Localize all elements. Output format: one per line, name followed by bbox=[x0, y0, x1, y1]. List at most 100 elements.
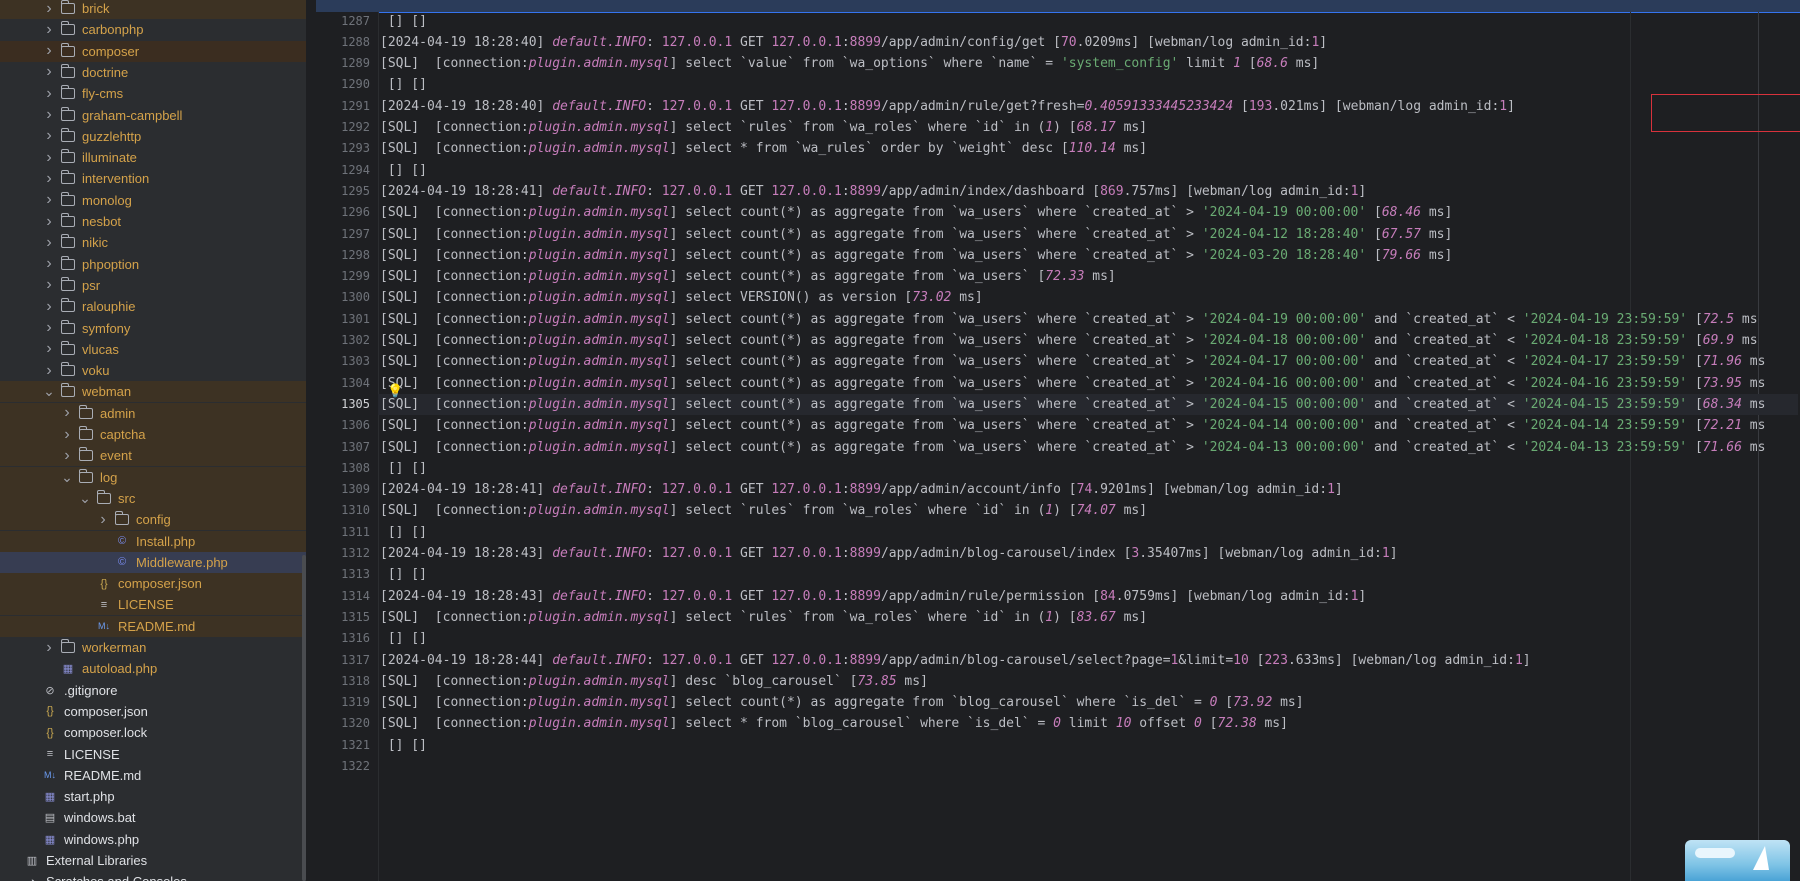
code-line[interactable]: [SQL] [connection:plugin.admin.mysql] se… bbox=[380, 224, 1452, 245]
code-line[interactable]: [SQL] [connection:plugin.admin.mysql] se… bbox=[380, 692, 1304, 713]
tree-item[interactable]: © Install.php bbox=[0, 530, 306, 552]
chevron-right-icon[interactable]: › bbox=[42, 149, 56, 166]
tree-item[interactable]: M↓ README.md bbox=[0, 615, 306, 637]
code-line[interactable]: [2024-04-19 18:28:40] default.INFO: 127.… bbox=[380, 32, 1327, 53]
chevron-right-icon[interactable]: › bbox=[42, 127, 56, 144]
tree-item[interactable]: › voku bbox=[0, 360, 306, 381]
editor-tab-bar[interactable] bbox=[316, 0, 1800, 13]
code-line[interactable]: [] [] bbox=[380, 11, 427, 32]
chevron-down-icon[interactable]: ⌄ bbox=[60, 469, 74, 485]
code-line[interactable]: [SQL] [connection:plugin.admin.mysql] se… bbox=[380, 287, 983, 308]
tree-item[interactable]: › composer bbox=[0, 40, 306, 62]
code-line[interactable]: [] [] bbox=[380, 735, 427, 756]
tree-item[interactable]: › carbonphp bbox=[0, 19, 306, 40]
chevron-right-icon[interactable]: › bbox=[96, 511, 110, 528]
tree-item[interactable]: › brick bbox=[0, 0, 306, 19]
tree-scrollbar[interactable] bbox=[302, 555, 306, 881]
code-line[interactable]: [SQL] [connection:plugin.admin.mysql] se… bbox=[380, 607, 1147, 628]
chevron-right-icon[interactable]: › bbox=[42, 106, 56, 123]
tree-item[interactable]: ▦ autoload.php bbox=[0, 658, 306, 679]
tree-item[interactable]: ≡ LICENSE bbox=[0, 744, 306, 765]
code-line[interactable]: [SQL] [connection:plugin.admin.mysql] se… bbox=[380, 309, 1758, 330]
tree-item[interactable]: › config bbox=[0, 509, 306, 531]
tree-item[interactable]: › symfony bbox=[0, 318, 306, 339]
code-line[interactable]: [SQL] [connection:plugin.admin.mysql] se… bbox=[380, 437, 1765, 458]
chevron-right-icon[interactable]: › bbox=[60, 426, 74, 443]
chevron-down-icon[interactable]: ⌄ bbox=[42, 383, 56, 399]
code-line[interactable]: [2024-04-19 18:28:40] default.INFO: 127.… bbox=[380, 96, 1515, 117]
lightbulb-icon[interactable]: 💡 bbox=[387, 383, 403, 399]
code-line[interactable]: [SQL] [connection:plugin.admin.mysql] se… bbox=[380, 53, 1319, 74]
chevron-right-icon[interactable]: › bbox=[42, 21, 56, 38]
tree-item[interactable]: M↓ README.md bbox=[0, 765, 306, 786]
chevron-right-icon[interactable]: › bbox=[42, 298, 56, 315]
chevron-right-icon[interactable]: › bbox=[42, 234, 56, 251]
tree-item[interactable]: › vlucas bbox=[0, 339, 306, 360]
code-line[interactable]: [2024-04-19 18:28:41] default.INFO: 127.… bbox=[380, 479, 1343, 500]
code-line[interactable]: [SQL] [connection:plugin.admin.mysql] se… bbox=[380, 117, 1147, 138]
tree-item[interactable]: › guzzlehttp bbox=[0, 126, 306, 147]
chevron-right-icon[interactable]: › bbox=[42, 639, 56, 656]
tree-item[interactable]: › illuminate bbox=[0, 147, 306, 168]
tree-item[interactable]: ▥ External Libraries bbox=[0, 850, 306, 871]
code-line[interactable]: [SQL] [connection:plugin.admin.mysql] se… bbox=[380, 330, 1758, 351]
code-line[interactable]: [2024-04-19 18:28:43] default.INFO: 127.… bbox=[380, 543, 1398, 564]
tree-item[interactable]: › nesbot bbox=[0, 211, 306, 232]
tree-item[interactable]: ◔ Scratches and Consoles bbox=[0, 871, 306, 881]
tree-item[interactable]: › event bbox=[0, 445, 306, 467]
code-line[interactable]: [SQL] [connection:plugin.admin.mysql] se… bbox=[380, 138, 1147, 159]
tree-item[interactable]: {} composer.json bbox=[0, 701, 306, 722]
code-line[interactable]: [SQL] [connection:plugin.admin.mysql] se… bbox=[380, 266, 1116, 287]
chevron-right-icon[interactable]: › bbox=[60, 404, 74, 421]
chevron-right-icon[interactable]: › bbox=[42, 191, 56, 208]
tree-item[interactable]: › nikic bbox=[0, 232, 306, 253]
code-line[interactable]: [SQL] [connection:plugin.admin.mysql] se… bbox=[380, 245, 1452, 266]
code-line[interactable]: [2024-04-19 18:28:44] default.INFO: 127.… bbox=[380, 650, 1531, 671]
code-line[interactable]: [SQL] [connection:plugin.admin.mysql] se… bbox=[380, 373, 1765, 394]
chevron-right-icon[interactable]: › bbox=[42, 213, 56, 230]
chevron-right-icon[interactable]: › bbox=[60, 447, 74, 464]
tree-item[interactable]: › graham-campbell bbox=[0, 105, 306, 126]
code-line[interactable]: [SQL] [connection:plugin.admin.mysql] se… bbox=[380, 351, 1765, 372]
code-line[interactable]: [2024-04-19 18:28:43] default.INFO: 127.… bbox=[380, 586, 1366, 607]
chevron-right-icon[interactable]: › bbox=[42, 255, 56, 272]
tree-item[interactable]: › doctrine bbox=[0, 62, 306, 83]
tree-item[interactable]: › workerman bbox=[0, 637, 306, 658]
tree-item[interactable]: ▦ windows.php bbox=[0, 829, 306, 850]
code-line[interactable]: [SQL] [connection:plugin.admin.mysql] se… bbox=[380, 415, 1765, 436]
code-line[interactable]: [SQL] [connection:plugin.admin.mysql] se… bbox=[380, 394, 1765, 415]
chevron-right-icon[interactable]: › bbox=[42, 0, 56, 17]
tree-item[interactable]: ⌄ webman bbox=[0, 381, 306, 403]
chevron-right-icon[interactable]: › bbox=[42, 362, 56, 379]
tree-item[interactable]: › admin bbox=[0, 402, 306, 424]
chevron-right-icon[interactable]: › bbox=[42, 276, 56, 293]
code-line[interactable]: [] [] bbox=[380, 160, 427, 181]
code-line[interactable]: [SQL] [connection:plugin.admin.mysql] de… bbox=[380, 671, 928, 692]
code-line[interactable]: [] [] bbox=[380, 564, 427, 585]
tree-item[interactable]: ▤ windows.bat bbox=[0, 807, 306, 828]
tree-item[interactable]: › fly-cms bbox=[0, 83, 306, 104]
tree-item[interactable]: ▦ start.php bbox=[0, 786, 306, 807]
editor-pane[interactable]: 1287 1288 1289 1290 1291 1292 1293 1294 1295 1296… bbox=[316, 0, 1800, 881]
tree-item[interactable]: ⊘ .gitignore bbox=[0, 680, 306, 701]
code-line[interactable]: [SQL] [connection:plugin.admin.mysql] se… bbox=[380, 202, 1452, 223]
tree-item[interactable]: › phpoption bbox=[0, 254, 306, 275]
tree-item[interactable]: © Middleware.php bbox=[0, 551, 306, 573]
tree-item[interactable]: › ralouphie bbox=[0, 296, 306, 317]
chevron-right-icon[interactable]: › bbox=[42, 63, 56, 80]
code-line[interactable]: [SQL] [connection:plugin.admin.mysql] se… bbox=[380, 500, 1147, 521]
chevron-down-icon[interactable]: ⌄ bbox=[78, 490, 92, 506]
tree-item[interactable]: ⌄ log bbox=[0, 466, 306, 488]
code-line[interactable]: [] [] bbox=[380, 522, 427, 543]
chevron-right-icon[interactable]: › bbox=[42, 85, 56, 102]
chevron-right-icon[interactable]: › bbox=[42, 319, 56, 336]
chevron-right-icon[interactable]: › bbox=[42, 42, 56, 59]
code-line[interactable]: [] [] bbox=[380, 628, 427, 649]
tree-item[interactable]: › captcha bbox=[0, 424, 306, 445]
chevron-right-icon[interactable]: › bbox=[42, 170, 56, 187]
tree-item[interactable]: ⌄ src bbox=[0, 487, 306, 509]
tree-item[interactable]: › psr bbox=[0, 275, 306, 296]
code-line[interactable]: [] [] bbox=[380, 74, 427, 95]
code-line[interactable]: [2024-04-19 18:28:41] default.INFO: 127.… bbox=[380, 181, 1366, 202]
tree-item[interactable]: › intervention bbox=[0, 168, 306, 189]
